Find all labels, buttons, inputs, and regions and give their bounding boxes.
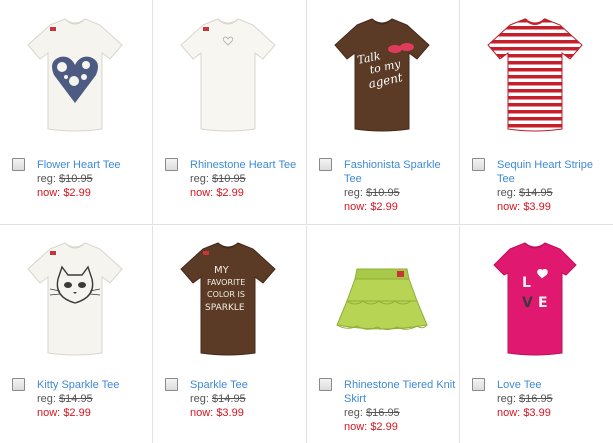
regular-price: reg: $10.95 [190, 173, 246, 185]
product-card: Kitty Sparkle Tee reg: $14.95 now: $2.99 [0, 226, 153, 443]
product-card: Talk to my agent Fashionista Sparkle Tee… [307, 0, 460, 225]
product-card: L V E Love Tee reg: $16.95 now: $3.99 [460, 226, 613, 443]
product-card: Flower Heart Tee reg: $10.95 now: $2.99 [0, 0, 153, 225]
compare-checkbox[interactable] [165, 158, 178, 171]
green-tiered-skirt-icon [336, 268, 428, 330]
sale-price: now: $3.99 [497, 407, 551, 419]
product-name-link[interactable]: Flower Heart Tee [37, 158, 149, 172]
product-info: Flower Heart Tee reg: $10.95 now: $2.99 [37, 158, 149, 200]
graphic-text: MY [214, 265, 230, 276]
regular-price: reg: $10.95 [344, 187, 400, 199]
sale-price: now: $2.99 [37, 407, 91, 419]
product-name-link[interactable]: Rhinestone Tiered Knit Skirt [344, 378, 456, 406]
product-card: MY FAVORITE COLOR IS SPARKLE Sparkle Tee… [153, 226, 307, 443]
product-card: Rhinestone Tiered Knit Skirt reg: $16.95… [307, 226, 460, 443]
compare-checkbox[interactable] [165, 378, 178, 391]
product-card: Rhinestone Heart Tee reg: $10.95 now: $2… [153, 0, 307, 225]
compare-checkbox[interactable] [319, 158, 332, 171]
white-tee-small-heart-icon [180, 18, 276, 132]
product-image[interactable] [317, 229, 447, 369]
product-info: Rhinestone Tiered Knit Skirt reg: $16.95… [344, 378, 456, 434]
product-image[interactable]: MY FAVORITE COLOR IS SPARKLE [163, 229, 293, 369]
compare-checkbox[interactable] [472, 158, 485, 171]
compare-checkbox[interactable] [472, 378, 485, 391]
svg-text:SPARKLE: SPARKLE [205, 303, 245, 313]
product-info: Sequin Heart Stripe Tee reg: $14.95 now:… [497, 158, 609, 214]
pink-tee-love-icon: L V E [493, 242, 577, 356]
product-name-link[interactable]: Sparkle Tee [190, 378, 302, 392]
svg-text:FAVORITE: FAVORITE [207, 278, 245, 287]
product-grid: Flower Heart Tee reg: $10.95 now: $2.99 … [0, 0, 613, 443]
product-info: Sparkle Tee reg: $14.95 now: $3.99 [190, 378, 302, 420]
sale-price: now: $2.99 [344, 201, 398, 213]
brown-tee-sparkle-text-icon: MY FAVORITE COLOR IS SPARKLE [180, 242, 276, 356]
product-name-link[interactable]: Kitty Sparkle Tee [37, 378, 149, 392]
compare-checkbox[interactable] [12, 158, 25, 171]
product-info: Kitty Sparkle Tee reg: $14.95 now: $2.99 [37, 378, 149, 420]
compare-checkbox[interactable] [319, 378, 332, 391]
regular-price: reg: $14.95 [37, 393, 93, 405]
product-name-link[interactable]: Fashionista Sparkle Tee [344, 158, 456, 186]
svg-text:COLOR IS: COLOR IS [207, 290, 245, 299]
sale-price: now: $2.99 [190, 187, 244, 199]
brown-tee-talk-to-my-agent-icon: Talk to my agent [334, 18, 430, 132]
regular-price: reg: $16.95 [497, 393, 553, 405]
regular-price: reg: $16.95 [344, 407, 400, 419]
regular-price: reg: $14.95 [497, 187, 553, 199]
white-tee-flower-heart-icon [27, 18, 123, 132]
product-image[interactable]: L V E [470, 229, 600, 369]
regular-price: reg: $10.95 [37, 173, 93, 185]
product-image[interactable] [470, 5, 600, 145]
product-info: Love Tee reg: $16.95 now: $3.99 [497, 378, 609, 420]
sale-price: now: $3.99 [497, 201, 551, 213]
product-info: Fashionista Sparkle Tee reg: $10.95 now:… [344, 158, 456, 214]
product-image[interactable] [10, 229, 140, 369]
sale-price: now: $3.99 [190, 407, 244, 419]
white-tee-kitty-icon [27, 242, 123, 356]
regular-price: reg: $14.95 [190, 393, 246, 405]
svg-text:E: E [538, 295, 548, 311]
red-white-stripe-tee-icon [487, 18, 583, 132]
product-image[interactable] [10, 5, 140, 145]
product-card: Sequin Heart Stripe Tee reg: $14.95 now:… [460, 0, 613, 225]
product-name-link[interactable]: Love Tee [497, 378, 609, 392]
product-name-link[interactable]: Sequin Heart Stripe Tee [497, 158, 609, 186]
product-image[interactable] [163, 5, 293, 145]
graphic-text: L [522, 275, 531, 291]
svg-text:V: V [522, 295, 533, 311]
compare-checkbox[interactable] [12, 378, 25, 391]
sale-price: now: $2.99 [37, 187, 91, 199]
product-image[interactable]: Talk to my agent [317, 5, 447, 145]
sale-price: now: $2.99 [344, 421, 398, 433]
product-name-link[interactable]: Rhinestone Heart Tee [190, 158, 302, 172]
product-info: Rhinestone Heart Tee reg: $10.95 now: $2… [190, 158, 302, 200]
